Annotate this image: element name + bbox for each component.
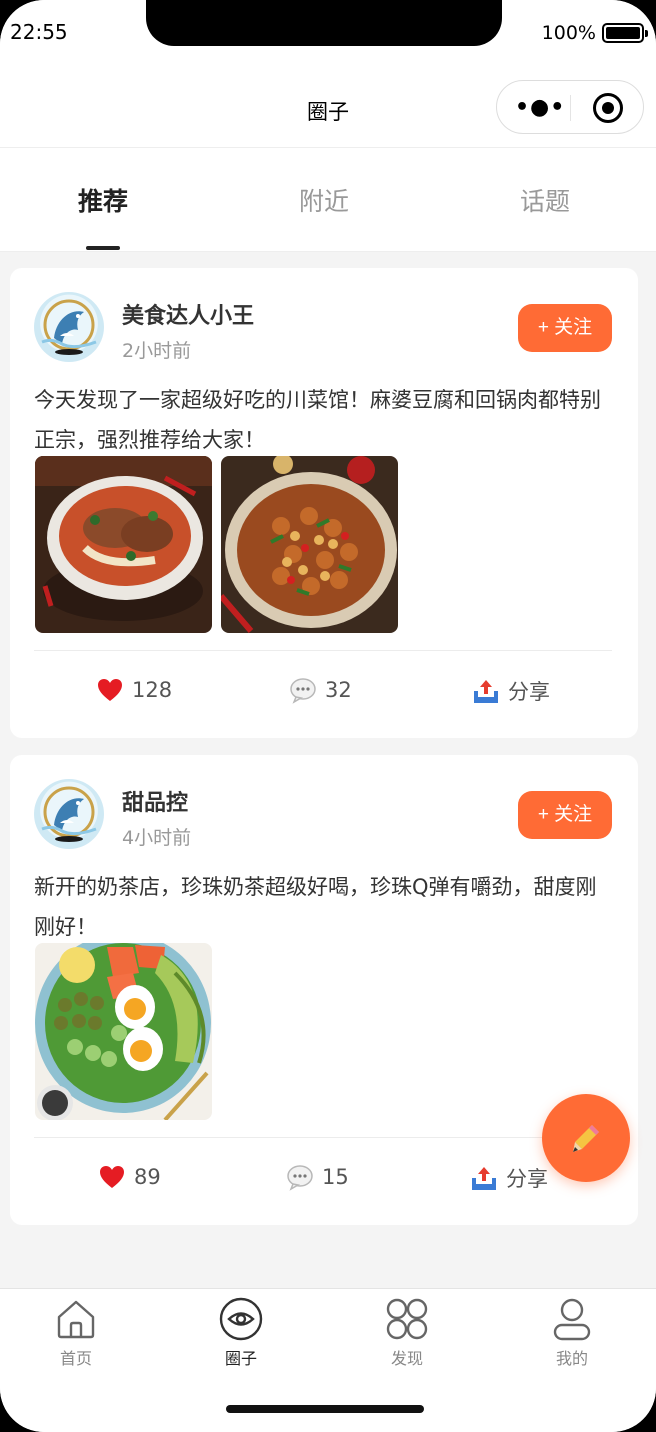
share-label: 分享 [508,680,550,704]
tabbar-label: 圈子 [224,1349,257,1368]
follow-button[interactable]: + 关注 [518,791,612,839]
more-dots-icon[interactable]: •●• [515,95,565,120]
create-post-button[interactable] [542,1094,630,1182]
post-content: 今天发现了一家超级好吃的川菜馆！麻婆豆腐和回锅肉都特别正宗，强烈推荐给大家！ [34,388,601,452]
top-tabs: 推荐 附近 话题 [0,148,656,252]
like-count: 89 [134,1165,161,1189]
tab-recommend[interactable]: 推荐 [43,182,163,218]
comment-count: 15 [322,1165,349,1189]
target-icon[interactable] [593,93,623,123]
comment-icon [287,1165,313,1191]
post-time: 4小时前 [122,827,192,849]
tabbar-item-discover[interactable]: 发现 [352,1297,462,1369]
user-icon [553,1298,591,1341]
tab-nearby[interactable]: 附近 [264,182,384,218]
notch [146,0,502,46]
card-divider [34,650,612,651]
status-time: 22:55 [10,20,68,44]
miniprogram-capsule: •●• [496,80,644,134]
noodle-dish-photo[interactable] [35,456,212,633]
pencil-icon [573,1125,599,1152]
phone-screen: 22:55 100% 圈子 •●• 推荐 附近 话题 美食达人小王 2小时前 +… [0,0,656,1432]
post-content: 新开的奶茶店，珍珠奶茶超级好喝，珍珠Q弹有嚼劲，甜度刚刚好！ [34,875,597,939]
bottom-tab-bar: 首页 圈子 发现 我的 [0,1288,656,1432]
post-card[interactable]: 甜品控 4小时前 + 关注 新开的奶茶店，珍珠奶茶超级好喝，珍珠Q弹有嚼劲，甜度… [10,755,638,1225]
battery-icon [602,23,648,43]
comment-count: 32 [325,678,352,702]
battery-indicator: 100% [541,22,648,44]
active-tab-indicator [86,246,120,250]
follow-button[interactable]: + 关注 [518,304,612,352]
home-indicator [226,1405,424,1413]
grid-icon [386,1298,428,1340]
capsule-divider [570,95,571,121]
status-bar: 22:55 100% [0,0,656,70]
card-divider [34,1137,612,1138]
comment-button[interactable]: 32 [289,676,352,704]
post-username[interactable]: 甜品控 [122,785,188,817]
like-count: 128 [132,678,173,702]
battery-percent: 100% [541,22,596,44]
kung-pao-chicken-photo[interactable] [221,456,398,633]
like-button[interactable]: 89 [98,1163,161,1191]
tabbar-item-profile[interactable]: 我的 [517,1297,627,1369]
share-button[interactable]: 分享 [470,1163,548,1193]
like-button[interactable]: 128 [96,676,172,704]
tabbar-item-home[interactable]: 首页 [21,1297,131,1369]
post-username[interactable]: 美食达人小王 [122,298,254,330]
tabbar-label: 发现 [390,1349,423,1368]
heart-icon [98,679,122,701]
home-icon [57,1300,95,1339]
avatar[interactable] [34,779,104,849]
salad-bowl-photo[interactable] [35,943,212,1120]
share-icon [472,1167,496,1190]
comment-icon [290,678,316,704]
tabbar-item-circle[interactable]: 圈子 [186,1297,296,1369]
tab-topics[interactable]: 话题 [485,182,605,218]
tabbar-label: 我的 [555,1349,588,1368]
eye-icon [219,1297,263,1341]
tabbar-label: 首页 [59,1349,92,1368]
post-time: 2小时前 [122,340,192,362]
share-icon [474,680,498,703]
share-button[interactable]: 分享 [472,676,550,706]
avatar[interactable] [34,292,104,362]
post-card[interactable]: 美食达人小王 2小时前 + 关注 今天发现了一家超级好吃的川菜馆！麻婆豆腐和回锅… [10,268,638,738]
comment-button[interactable]: 15 [286,1163,349,1191]
nav-bar: 圈子 •●• [0,70,656,148]
heart-icon [100,1166,124,1188]
share-label: 分享 [506,1167,548,1191]
